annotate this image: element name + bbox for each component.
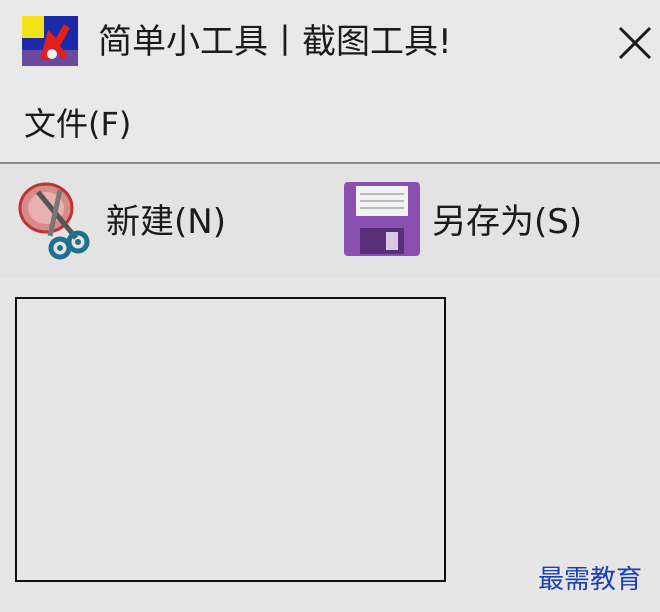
- watermark-text: 最需教育: [538, 565, 643, 595]
- menu-item-file[interactable]: 文件(F): [24, 100, 131, 148]
- title-bar[interactable]: 简单小工具丨截图工具!: [0, 0, 660, 86]
- window-title: 简单小工具丨截图工具!: [98, 22, 452, 62]
- app-window: 简单小工具丨截图工具! 文件(F) 新建(N) 另存为(S) 最需教育: [0, 0, 660, 612]
- new-button-label: 新建(N): [106, 202, 226, 242]
- screenshot-preview-canvas[interactable]: [15, 297, 446, 582]
- close-icon: [618, 26, 652, 60]
- app-logo-icon: [22, 16, 78, 66]
- save-as-button[interactable]: 另存为(S): [340, 174, 630, 266]
- close-button[interactable]: [604, 14, 660, 70]
- menu-bar: 文件(F): [0, 86, 660, 162]
- save-as-button-label: 另存为(S): [432, 202, 583, 242]
- new-button[interactable]: 新建(N): [16, 174, 256, 266]
- scissors-icon: [16, 178, 102, 262]
- toolbar: 新建(N) 另存为(S): [0, 166, 660, 278]
- menu-divider: [0, 162, 660, 164]
- floppy-disk-icon: [340, 178, 424, 260]
